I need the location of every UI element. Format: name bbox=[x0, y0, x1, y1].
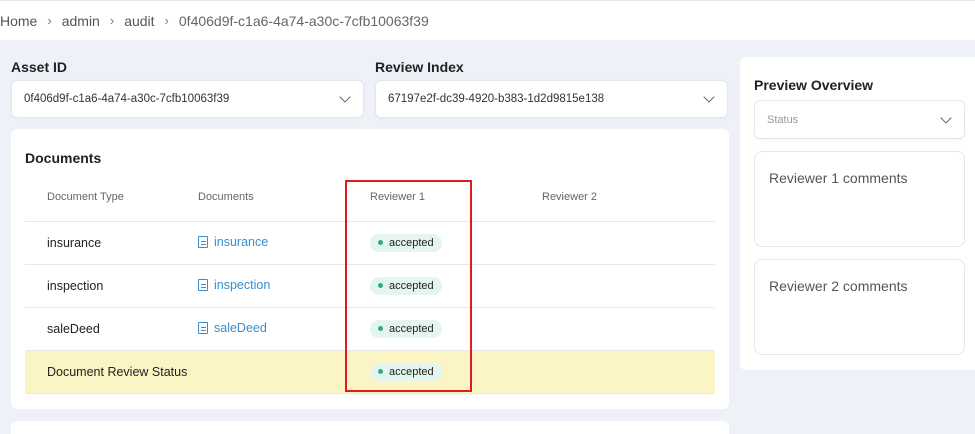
status-dot-icon bbox=[378, 369, 383, 374]
documents-table: Document Type Documents Reviewer 1 Revie… bbox=[25, 173, 715, 394]
chevron-down-icon bbox=[940, 114, 952, 126]
document-review-status-row: Document Review Status accepted bbox=[25, 350, 715, 394]
document-link-label: saleDeed bbox=[214, 320, 267, 335]
reviewer-2-comments-placeholder: Reviewer 2 comments bbox=[769, 278, 908, 294]
breadcrumb: Home › admin › audit › 0f406d9f-c1a6-4a7… bbox=[0, 0, 975, 40]
reviewer-1-comments-field[interactable]: Reviewer 1 comments bbox=[754, 151, 965, 247]
document-link-label: insurance bbox=[214, 234, 269, 249]
chevron-right-icon: › bbox=[47, 13, 52, 28]
asset-id-select[interactable]: 0f406d9f-c1a6-4a74-a30c-7cfb10063f39 bbox=[11, 80, 364, 118]
document-link-cell: insurance bbox=[176, 221, 348, 265]
table-row: insurance insurance accepted bbox=[25, 221, 715, 265]
documents-title: Documents bbox=[25, 150, 102, 166]
reviewer-1-cell: accepted bbox=[348, 264, 520, 308]
table-header-row: Document Type Documents Reviewer 1 Revie… bbox=[25, 173, 715, 222]
document-type-cell: saleDeed bbox=[25, 307, 176, 351]
status-dot-icon bbox=[378, 283, 383, 288]
document-link[interactable]: saleDeed bbox=[198, 321, 267, 335]
column-header-reviewer-2: Reviewer 2 bbox=[520, 173, 715, 222]
asset-id-label: Asset ID bbox=[11, 59, 68, 75]
status-dot-icon bbox=[378, 240, 383, 245]
status-badge: accepted bbox=[370, 362, 442, 381]
review-index-label: Review Index bbox=[375, 59, 464, 75]
file-icon bbox=[198, 235, 208, 248]
reviewer-1-cell: accepted bbox=[348, 221, 520, 265]
reviewer-1-cell: accepted bbox=[348, 307, 520, 351]
review-index-value: 67197e2f-dc39-4920-b383-1d2d9815e138 bbox=[388, 93, 605, 105]
status-badge-label: accepted bbox=[389, 322, 434, 335]
reviewer-1-status-cell: accepted bbox=[348, 350, 520, 394]
chevron-down-icon bbox=[703, 93, 715, 105]
table-row: saleDeed saleDeed accepted bbox=[25, 307, 715, 351]
document-review-status-label: Document Review Status bbox=[25, 350, 348, 394]
document-link[interactable]: insurance bbox=[198, 235, 268, 249]
reviewer-2-comments-field[interactable]: Reviewer 2 comments bbox=[754, 259, 965, 355]
chevron-down-icon bbox=[339, 93, 351, 105]
review-index-select[interactable]: 67197e2f-dc39-4920-b383-1d2d9815e138 bbox=[375, 80, 728, 118]
document-link-cell: inspection bbox=[176, 264, 348, 308]
column-header-documents: Documents bbox=[176, 173, 348, 222]
reviewer-2-cell bbox=[520, 264, 715, 308]
status-badge: accepted bbox=[370, 233, 442, 252]
reviewer-2-status-cell bbox=[520, 350, 715, 394]
file-icon bbox=[198, 321, 208, 334]
status-badge: accepted bbox=[370, 319, 442, 338]
document-link-cell: saleDeed bbox=[176, 307, 348, 351]
bottom-card bbox=[11, 421, 729, 434]
document-link-label: inspection bbox=[214, 277, 271, 292]
document-type-cell: insurance bbox=[25, 221, 176, 265]
table-row: inspection inspection accepted bbox=[25, 264, 715, 308]
status-select[interactable]: Status bbox=[754, 100, 965, 139]
file-icon bbox=[198, 278, 208, 291]
reviewer-2-cell bbox=[520, 307, 715, 351]
breadcrumb-admin[interactable]: admin bbox=[62, 13, 100, 29]
breadcrumb-audit[interactable]: audit bbox=[124, 13, 154, 29]
asset-id-value: 0f406d9f-c1a6-4a74-a30c-7cfb10063f39 bbox=[24, 93, 230, 105]
status-badge-label: accepted bbox=[389, 236, 434, 249]
status-dot-icon bbox=[378, 326, 383, 331]
breadcrumb-home[interactable]: Home bbox=[0, 13, 37, 29]
breadcrumb-current: 0f406d9f-c1a6-4a74-a30c-7cfb10063f39 bbox=[178, 12, 429, 29]
document-link[interactable]: inspection bbox=[198, 278, 270, 292]
chevron-right-icon: › bbox=[164, 13, 169, 28]
chevron-right-icon: › bbox=[109, 13, 115, 28]
status-badge-label: accepted bbox=[389, 279, 434, 292]
reviewer-1-comments-placeholder: Reviewer 1 comments bbox=[769, 170, 908, 186]
status-badge-label: accepted bbox=[389, 365, 434, 378]
status-select-placeholder: Status bbox=[767, 113, 799, 126]
column-header-reviewer-1: Reviewer 1 bbox=[348, 173, 520, 222]
preview-overview-title: Preview Overview bbox=[754, 77, 874, 93]
document-type-cell: inspection bbox=[25, 264, 176, 308]
reviewer-2-cell bbox=[520, 221, 715, 265]
column-header-document-type: Document Type bbox=[25, 173, 176, 222]
status-badge: accepted bbox=[370, 276, 442, 295]
